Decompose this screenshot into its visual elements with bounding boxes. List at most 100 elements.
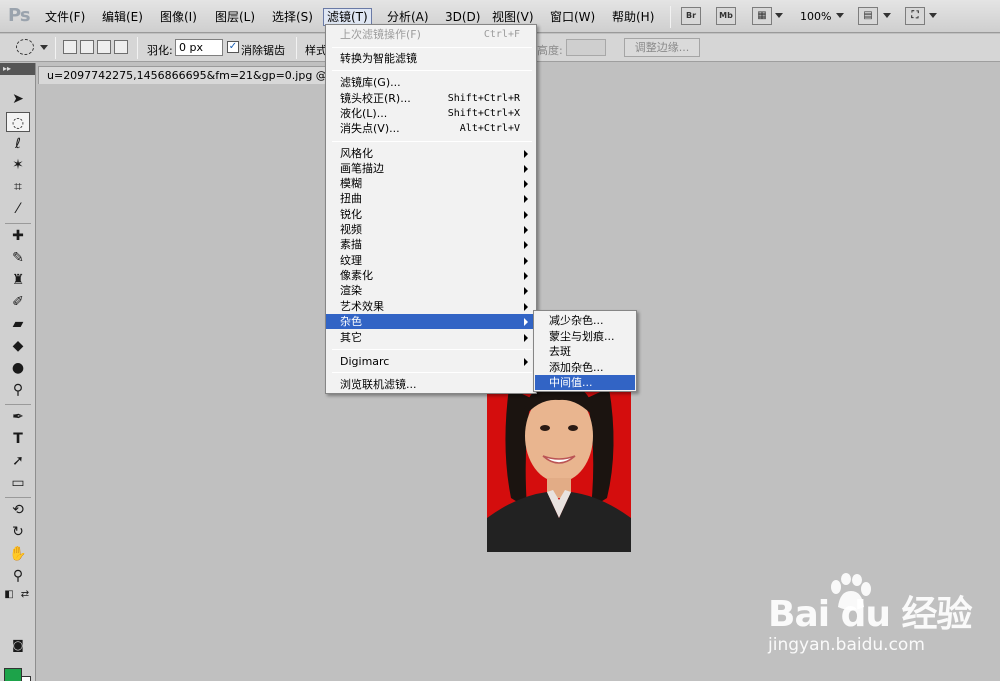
feather-input[interactable] [175, 39, 223, 56]
menu-item-brush-strokes[interactable]: 画笔描边 [326, 161, 536, 176]
clone-stamp-tool-icon[interactable]: ♜ [6, 270, 30, 290]
marquee-tool-icon[interactable]: ◌ [6, 112, 30, 132]
intersect-selection-icon[interactable] [114, 40, 128, 54]
screen-mode-icon[interactable]: ⛶ [905, 7, 925, 25]
bridge-button[interactable]: Br [681, 7, 701, 25]
path-selection-tool-icon[interactable]: ➚ [6, 451, 30, 471]
elliptical-marquee-icon[interactable] [16, 39, 34, 55]
mini-bridge-button[interactable]: Mb [716, 7, 736, 25]
shape-tool-icon[interactable]: ▭ [6, 473, 30, 493]
antialias-checkbox[interactable]: ✓ [227, 41, 239, 53]
chevron-down-icon[interactable] [836, 13, 844, 18]
healing-brush-tool-icon[interactable]: ✚ [6, 226, 30, 246]
eyedropper-tool-icon[interactable]: ⁄ [6, 199, 30, 219]
menu-item-label: 素描 [340, 238, 362, 251]
menu-item-sketch[interactable]: 素描 [326, 237, 536, 252]
menu-item-sharpen[interactable]: 锐化 [326, 207, 536, 222]
menu-item-liquify[interactable]: 液化(L)... Shift+Ctrl+X [326, 106, 536, 121]
menu-item-render[interactable]: 渲染 [326, 283, 536, 298]
menu-item-convert-smart-filter[interactable]: 转换为智能滤镜 [326, 51, 536, 66]
submenu-arrow-icon [524, 150, 528, 158]
lasso-tool-icon[interactable]: ℓ [6, 134, 30, 154]
submenu-item-despeckle[interactable]: 去斑 [535, 344, 635, 359]
menu-item-filter-gallery[interactable]: 滤镜库(G)... [326, 75, 536, 90]
submenu-arrow-icon [524, 303, 528, 311]
3d-rotate-tool-icon[interactable]: ⟲ [6, 500, 30, 520]
menu-separator [332, 47, 532, 48]
baidu-jingyan-watermark: Bai du 经验 jingyan.baidu.com [768, 573, 973, 663]
3d-orbit-tool-icon[interactable]: ↻ [6, 522, 30, 542]
menu-item-label: 杂色 [340, 315, 362, 328]
document-canvas-photo[interactable] [487, 388, 631, 552]
tool-divider [5, 223, 31, 224]
noise-submenu: 减少杂色... 蒙尘与划痕... 去斑 添加杂色... 中间值... [533, 310, 637, 392]
refine-edge-button[interactable]: 调整边缘... [624, 38, 700, 57]
add-selection-icon[interactable] [80, 40, 94, 54]
menu-item-browse-filters-online[interactable]: 浏览联机滤镜... [326, 377, 536, 392]
menu-layer[interactable]: 图层(L) [212, 8, 258, 26]
menu-item-lens-correction[interactable]: 镜头校正(R)... Shift+Ctrl+R [326, 91, 536, 106]
panel-collapse-icon[interactable]: ▸▸ [0, 63, 35, 75]
height-input[interactable] [566, 39, 606, 56]
menu-item-stylize[interactable]: 风格化 [326, 146, 536, 161]
menu-file[interactable]: 文件(F) [42, 8, 88, 26]
blur-tool-icon[interactable]: ● [6, 358, 30, 378]
menu-item-vanishing-point[interactable]: 消失点(V)... Alt+Ctrl+V [326, 121, 536, 136]
menu-image[interactable]: 图像(I) [157, 8, 200, 26]
menu-item-label: 渲染 [340, 284, 362, 297]
submenu-arrow-icon [524, 358, 528, 366]
dodge-tool-icon[interactable]: ⚲ [6, 380, 30, 400]
menu-help[interactable]: 帮助(H) [609, 8, 657, 26]
brush-tool-icon[interactable]: ✎ [6, 248, 30, 268]
default-colors-icon[interactable]: ◧ [2, 585, 16, 605]
submenu-item-reduce-noise[interactable]: 减少杂色... [535, 313, 635, 328]
arrange-documents-icon[interactable]: ▤ [858, 7, 878, 25]
move-tool-icon[interactable]: ➤ [6, 89, 30, 109]
menu-item-pixelate[interactable]: 像素化 [326, 268, 536, 283]
submenu-item-add-noise[interactable]: 添加杂色... [535, 360, 635, 375]
menu-item-artistic[interactable]: 艺术效果 [326, 299, 536, 314]
menu-edit[interactable]: 编辑(E) [99, 8, 146, 26]
extras-icon[interactable]: ▦ [752, 7, 772, 25]
subtract-selection-icon[interactable] [97, 40, 111, 54]
foreground-color-swatch[interactable] [4, 668, 22, 681]
menu-item-digimarc[interactable]: Digimarc [326, 354, 536, 369]
type-tool-icon[interactable]: T [6, 429, 30, 449]
menu-separator [332, 372, 532, 373]
chevron-down-icon[interactable] [775, 13, 783, 18]
hand-tool-icon[interactable]: ✋ [6, 544, 30, 564]
chevron-down-icon[interactable] [883, 13, 891, 18]
submenu-arrow-icon [524, 272, 528, 280]
history-brush-tool-icon[interactable]: ✐ [6, 292, 30, 312]
paint-bucket-tool-icon[interactable]: ◆ [6, 336, 30, 356]
menu-item-other[interactable]: 其它 [326, 330, 536, 345]
crop-tool-icon[interactable]: ⌗ [6, 177, 30, 197]
swap-colors-icon[interactable]: ⇄ [18, 585, 32, 605]
document-tab[interactable]: u=2097742275,1456866695&fm=21&gp=0.jpg @… [38, 66, 338, 84]
pen-tool-icon[interactable]: ✒ [6, 407, 30, 427]
tool-divider [5, 404, 31, 405]
menu-window[interactable]: 窗口(W) [547, 8, 598, 26]
menu-item-video[interactable]: 视频 [326, 222, 536, 237]
menu-select[interactable]: 选择(S) [269, 8, 316, 26]
magic-wand-tool-icon[interactable]: ✶ [6, 155, 30, 175]
quick-mask-icon[interactable]: ◙ [6, 635, 30, 655]
zoom-level[interactable]: 100% [800, 10, 831, 23]
submenu-item-dust-scratches[interactable]: 蒙尘与划痕... [535, 329, 635, 344]
submenu-item-median[interactable]: 中间值... [535, 375, 635, 390]
menu-item-label: 液化(L)... [340, 107, 388, 120]
menu-item-label: 风格化 [340, 147, 373, 160]
menu-item-texture[interactable]: 纹理 [326, 253, 536, 268]
menu-item-distort[interactable]: 扭曲 [326, 191, 536, 206]
submenu-arrow-icon [524, 287, 528, 295]
new-selection-icon[interactable] [63, 40, 77, 54]
eraser-tool-icon[interactable]: ▰ [6, 314, 30, 334]
options-divider [55, 37, 56, 59]
chevron-down-icon[interactable] [929, 13, 937, 18]
submenu-arrow-icon [524, 318, 528, 326]
portrait-image [487, 388, 631, 552]
chevron-down-icon[interactable] [40, 45, 48, 50]
menu-item-noise[interactable]: 杂色 [326, 314, 536, 329]
menu-item-blur[interactable]: 模糊 [326, 176, 536, 191]
zoom-tool-icon[interactable]: ⚲ [6, 566, 30, 586]
